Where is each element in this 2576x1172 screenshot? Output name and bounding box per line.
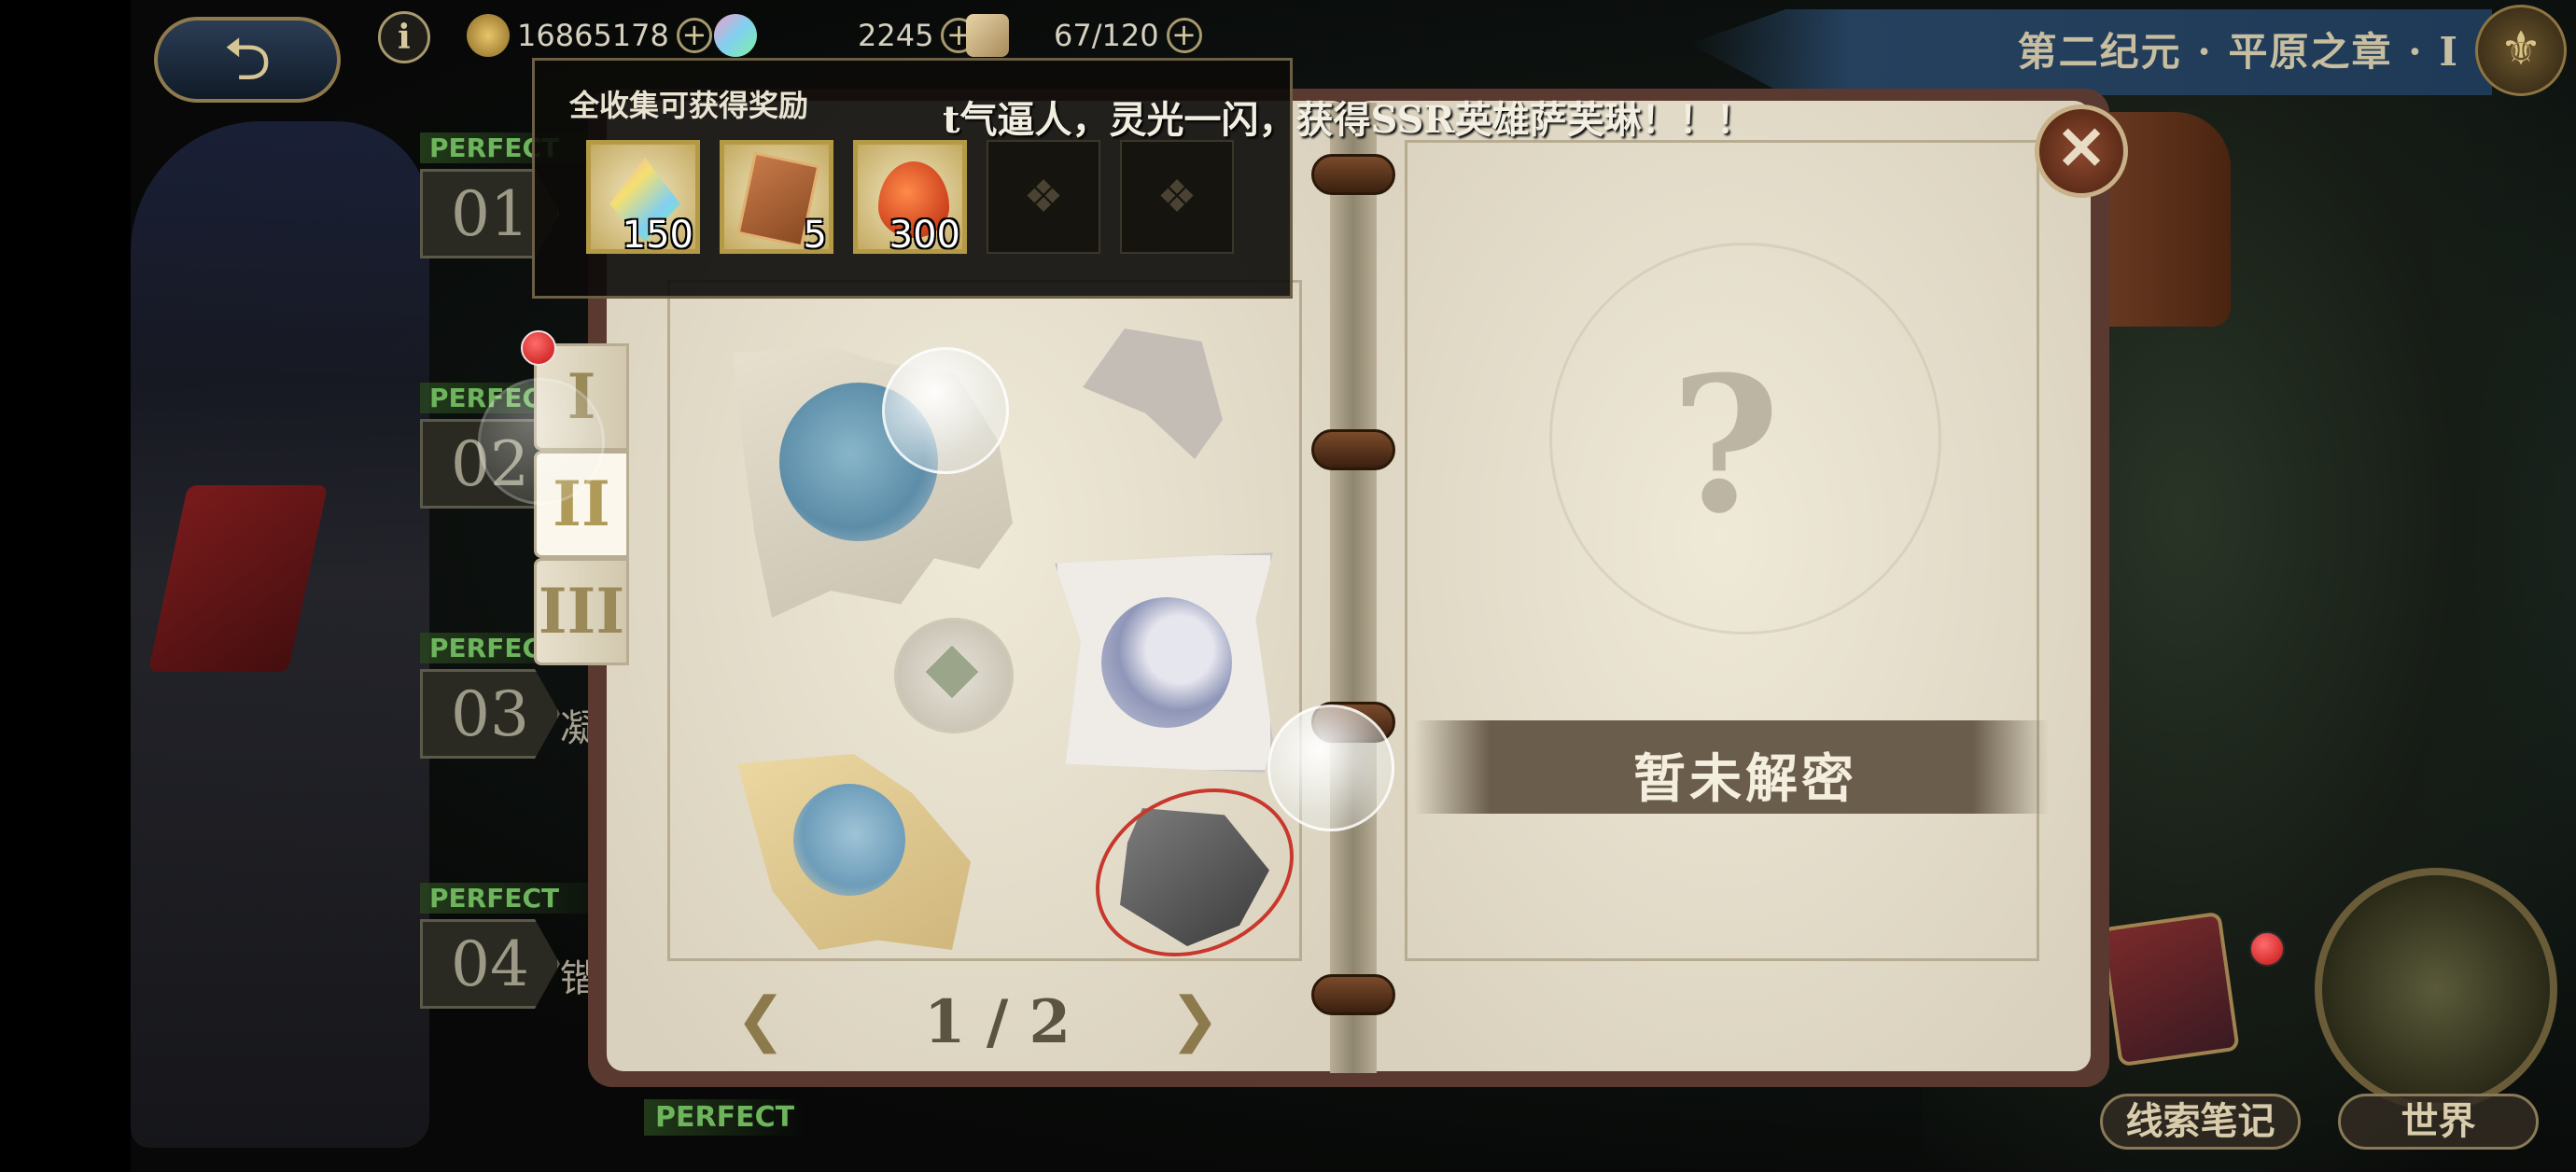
- unknown-question-icon: ?: [1671, 336, 1781, 555]
- reward-item-red-seed[interactable]: 300: [853, 140, 967, 257]
- perfect-badge: PERFECT: [644, 1099, 806, 1136]
- reward-item-rainbow-gem[interactable]: 150: [586, 140, 700, 257]
- resource-gold: 16865178 +: [467, 11, 712, 60]
- info-button[interactable]: i: [378, 11, 430, 63]
- locked-label: 暂未解密: [1633, 748, 1857, 810]
- reward-empty-slot: ❖: [1120, 140, 1234, 254]
- reward-item-ticket[interactable]: 5: [720, 140, 833, 257]
- moon-emblem: [793, 784, 905, 896]
- next-page-button[interactable]: ❯: [1162, 987, 1227, 1053]
- add-gold-button[interactable]: +: [676, 18, 712, 53]
- chapter-number: 04: [420, 919, 560, 1009]
- back-button[interactable]: ⮌: [154, 17, 341, 103]
- notification-dot: [2249, 931, 2285, 967]
- announcement-marquee: t气逼人，灵光一闪，获得SSR英雄萨芙琳！！！: [943, 98, 1754, 142]
- reward-count: 300: [889, 214, 960, 257]
- coin-icon: [467, 14, 510, 57]
- reward-count: 5: [803, 214, 827, 257]
- resource-stamina: 67/120 +: [966, 11, 1202, 60]
- scroll-icon: [966, 14, 1009, 57]
- resource-gems: 2245 +: [714, 11, 977, 60]
- sparkle-bubble: [882, 347, 1009, 474]
- page-indicator: 1 / 2: [924, 987, 1071, 1057]
- tab-volume-3[interactable]: III: [534, 558, 629, 665]
- close-button[interactable]: ✕: [2035, 105, 2128, 198]
- reward-empty-slot: ❖: [987, 140, 1100, 254]
- notification-dot: [521, 330, 556, 366]
- binder-ring: [1311, 974, 1395, 1015]
- gold-value: 16865178: [517, 18, 669, 53]
- add-stamina-button[interactable]: +: [1166, 18, 1202, 53]
- moon-emblem: [1101, 597, 1232, 728]
- stamina-value: 67/120: [1054, 18, 1159, 53]
- chapter-title: 第二纪元 · 平原之章 · I: [2017, 29, 2459, 75]
- world-button[interactable]: 世界: [2338, 1094, 2539, 1150]
- reward-count: 150: [622, 214, 693, 257]
- gems-value: 2245: [858, 18, 934, 53]
- hero-card-icon[interactable]: [2100, 911, 2240, 1067]
- reward-title: 全收集可获得奖励: [569, 88, 809, 123]
- clue-notes-button[interactable]: 线索笔记: [2100, 1094, 2301, 1150]
- binder-ring: [1311, 429, 1395, 470]
- world-orb-icon[interactable]: [2315, 868, 2557, 1110]
- letterbox-left: [0, 0, 131, 1172]
- sparkle-bubble: [1267, 705, 1394, 831]
- chapter-emblem-icon[interactable]: ⚜: [2475, 5, 2567, 96]
- prev-page-button[interactable]: ❮: [728, 987, 793, 1053]
- binder-ring: [1311, 154, 1395, 195]
- sparkle-bubble: [478, 378, 605, 505]
- chapter-number: 03: [420, 669, 560, 759]
- gem-icon: [714, 14, 757, 57]
- book-spine: [1330, 103, 1377, 1073]
